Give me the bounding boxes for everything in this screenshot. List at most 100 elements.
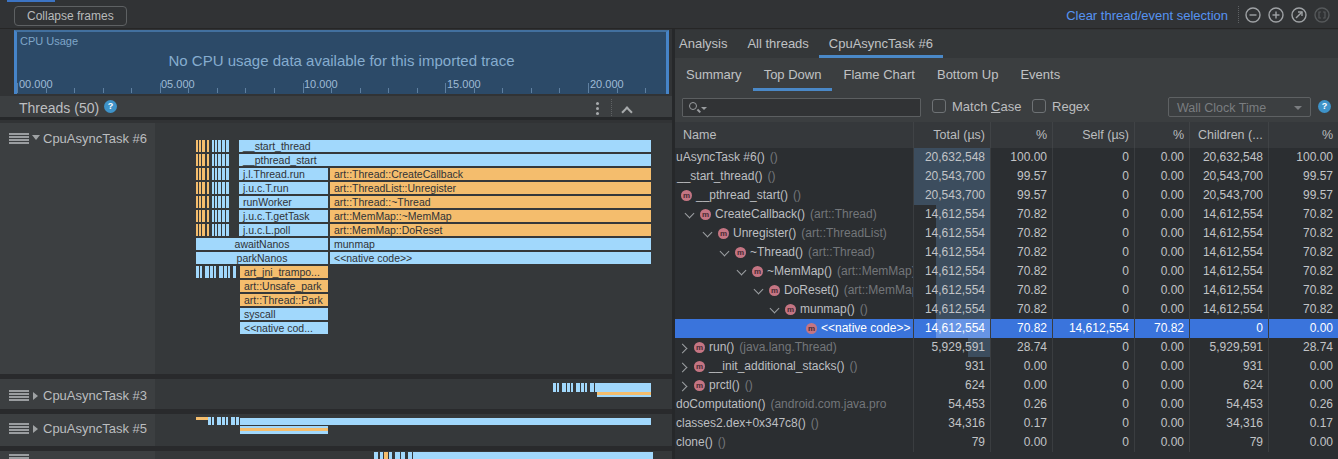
subtab-flame-chart[interactable]: Flame Chart (832, 58, 926, 91)
chevron-down-icon[interactable] (684, 209, 696, 221)
column-header[interactable]: Total (µs) (913, 122, 990, 148)
flame-bar[interactable]: j.u.c.L.poll (239, 224, 328, 236)
flame-bar[interactable]: art::MemMap::DoReset (330, 224, 651, 236)
subtab-bottom-up[interactable]: Bottom Up (926, 58, 1009, 91)
flame-bar[interactable]: awaitNanos (196, 238, 328, 250)
flame-bar[interactable]: __start_thread (239, 140, 651, 152)
flame-bar[interactable]: parkNanos (196, 252, 328, 264)
table-row[interactable]: m__init_additional_stacks()()9310.0000.0… (675, 357, 1338, 376)
zoom-to-selection-icon[interactable] (1314, 7, 1330, 23)
table-row[interactable]: __start_thread()()20,543,70099.5700.0020… (675, 167, 1338, 186)
subtab-top-down[interactable]: Top Down (753, 58, 833, 91)
collapse-frames-button[interactable]: Collapse frames (14, 6, 127, 26)
flame-bar[interactable]: <<native code>> (330, 252, 651, 264)
table-row[interactable]: m<<native code>>14,612,55470.8214,612,55… (675, 319, 1338, 338)
flame-bar[interactable]: j.u.c.T.run (239, 182, 328, 194)
flame-bar[interactable]: art::Unsafe_park (240, 280, 328, 292)
drag-handle-icon[interactable] (9, 423, 29, 434)
flame-bar[interactable] (374, 452, 417, 459)
match-case-checkbox[interactable] (932, 99, 946, 113)
flame-bar[interactable]: art::Thread::~Thread (330, 196, 651, 208)
thread-name[interactable]: CpuAsyncTask #5 (43, 421, 147, 436)
table-row[interactable]: uAsyncTask #6()()20,632,548100.0000.0020… (675, 148, 1338, 167)
flame-bar[interactable] (597, 383, 651, 392)
match-case-label[interactable]: Match Case (952, 99, 1021, 114)
search-input[interactable] (682, 98, 921, 117)
expand-thread-icon[interactable] (33, 392, 38, 400)
drag-handle-icon[interactable] (9, 454, 29, 459)
zoom-in-icon[interactable] (1268, 7, 1284, 23)
reset-zoom-icon[interactable] (1291, 7, 1307, 23)
subtab-summary[interactable]: Summary (675, 58, 753, 91)
flame-bar[interactable] (196, 266, 236, 278)
flame-bar[interactable] (196, 168, 229, 180)
table-row[interactable]: classes2.dex+0x347c8()()34,3160.1700.003… (675, 414, 1338, 433)
thread-name[interactable]: CpuAsyncTask #3 (43, 388, 147, 403)
flame-bar[interactable] (196, 182, 229, 194)
flame-bar[interactable] (240, 428, 328, 431)
flame-bar[interactable]: art::Thread::Park (240, 294, 328, 306)
search-options-icon[interactable] (701, 107, 707, 110)
table-row[interactable]: m~MemMap()(art::MemMap)14,612,55470.8200… (675, 262, 1338, 281)
column-header[interactable]: % (1134, 122, 1189, 148)
table-row[interactable]: mUnregister()(art::ThreadList)14,612,554… (675, 224, 1338, 243)
chevron-right-icon[interactable] (678, 342, 690, 354)
flame-bar[interactable]: munmap (330, 238, 651, 250)
regex-checkbox[interactable] (1032, 99, 1046, 113)
clock-type-select[interactable]: Wall Clock Time (1168, 97, 1311, 117)
flame-bar[interactable] (240, 418, 651, 425)
chevron-right-icon[interactable] (678, 361, 690, 373)
flame-bar[interactable] (417, 452, 653, 459)
clock-help-icon[interactable]: ? (1318, 100, 1331, 113)
flame-bar[interactable] (196, 196, 229, 208)
expand-thread-icon[interactable] (33, 425, 38, 433)
tab-all-threads[interactable]: All threads (737, 30, 818, 58)
flame-bar[interactable] (597, 395, 651, 397)
flame-bar[interactable]: art::Thread::CreateCallback (330, 168, 651, 180)
table-row[interactable]: clone()()790.0000.00790.00 (675, 433, 1338, 452)
table-row[interactable]: mprctl()()6240.0000.006240.00 (675, 376, 1338, 395)
flame-bar[interactable]: j.u.c.T.getTask (239, 210, 328, 222)
flame-bar[interactable]: j.l.Thread.run (239, 168, 328, 180)
thread-name[interactable]: CpuAsyncTask #6 (43, 131, 147, 146)
more-options-icon[interactable] (596, 107, 599, 110)
flame-bar[interactable]: syscall (240, 308, 328, 320)
table-row[interactable]: mCreateCallback()(art::Thread)14,612,554… (675, 205, 1338, 224)
table-row[interactable]: doComputation()(android.com.java.pro54,4… (675, 395, 1338, 414)
clear-selection-link[interactable]: Clear thread/event selection (1066, 8, 1228, 23)
flame-bar[interactable] (196, 224, 229, 236)
chevron-down-icon[interactable] (702, 228, 714, 240)
chevron-down-icon[interactable] (753, 285, 765, 297)
threads-help-icon[interactable]: ? (104, 100, 117, 113)
flame-bar[interactable] (208, 417, 240, 425)
table-row[interactable]: mDoReset()(art::MemMap)14,612,55470.8200… (675, 281, 1338, 300)
drag-handle-icon[interactable] (9, 390, 29, 401)
flame-bar[interactable]: art::MemMap::~MemMap (330, 210, 651, 222)
column-header[interactable]: % (990, 122, 1052, 148)
flame-bar[interactable]: art_jni_trampo... (240, 266, 328, 278)
column-header[interactable]: Name (675, 122, 913, 148)
column-header[interactable]: Children (... (1189, 122, 1268, 148)
flame-bar[interactable] (553, 383, 597, 392)
drag-handle-icon[interactable] (9, 133, 29, 144)
collapse-thread-icon[interactable] (32, 135, 40, 140)
flame-bar[interactable] (196, 417, 208, 420)
zoom-out-icon[interactable] (1245, 7, 1261, 23)
chevron-right-icon[interactable] (678, 380, 690, 392)
flame-bar[interactable] (196, 210, 229, 222)
chevron-down-icon[interactable] (719, 247, 731, 259)
table-row[interactable]: mmunmap()()14,612,55470.8200.0014,612,55… (675, 300, 1338, 319)
column-header[interactable]: Self (µs) (1052, 122, 1134, 148)
flame-bar[interactable]: <<native cod... (240, 322, 328, 334)
table-row[interactable]: m~Thread()(art::Thread)14,612,55470.8200… (675, 243, 1338, 262)
tab-cpuasynctask-6[interactable]: CpuAsyncTask #6 (819, 30, 943, 58)
subtab-events[interactable]: Events (1009, 58, 1071, 91)
flame-bar[interactable]: __pthread_start (239, 154, 651, 166)
flame-bar[interactable] (196, 140, 229, 152)
flame-bar[interactable]: runWorker (239, 196, 328, 208)
flame-bar[interactable]: art::ThreadList::Unregister (330, 182, 651, 194)
chevron-down-icon[interactable] (769, 304, 781, 316)
regex-label[interactable]: Regex (1052, 99, 1090, 114)
chevron-down-icon[interactable] (736, 266, 748, 278)
column-header[interactable]: % (1268, 122, 1338, 148)
